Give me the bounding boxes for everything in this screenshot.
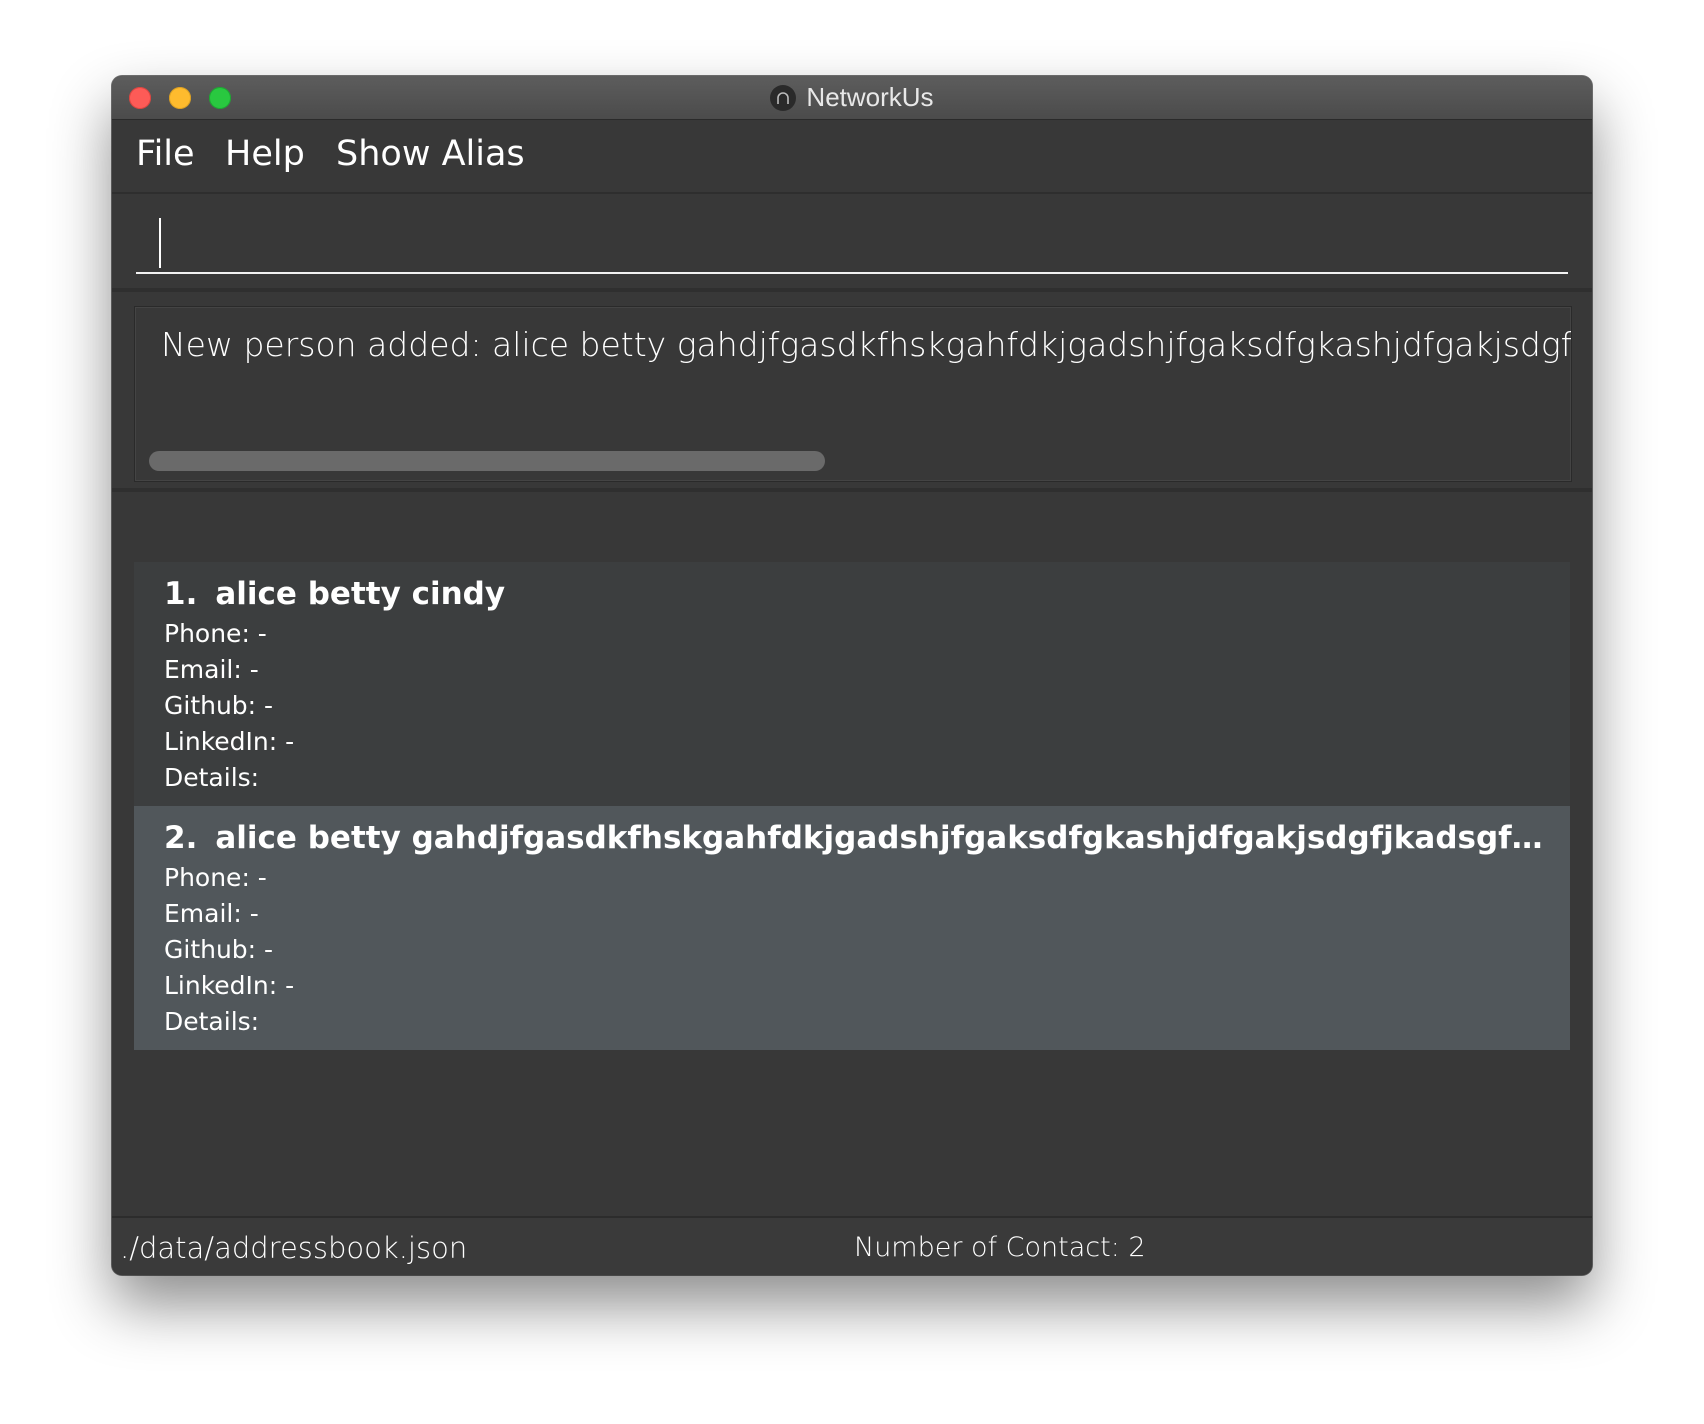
menu-file[interactable]: File (136, 134, 195, 174)
horizontal-scrollbar[interactable] (149, 451, 825, 471)
person-github: Github: - (164, 935, 274, 964)
person-name-row: 1. alice betty cindy (164, 572, 1554, 616)
person-index: 2. (164, 820, 198, 856)
command-input[interactable] (136, 204, 1568, 274)
person-phone: Phone: - (164, 619, 267, 648)
person-linkedin: LinkedIn: - (164, 727, 295, 756)
person-phone: Phone: - (164, 863, 267, 892)
person-card-selected[interactable]: 2. alice betty gahdjfgasdkfhskgahfdkjgads… (134, 806, 1570, 1050)
window-title: NetworkUs (806, 82, 934, 112)
result-message: New person added: alice betty gahdjfgasd… (161, 325, 1572, 364)
divider (112, 488, 1592, 492)
networkus-app-icon (770, 84, 797, 111)
person-name: alice betty cindy (215, 576, 506, 612)
result-display-container: New person added: alice betty gahdjfgasd… (112, 298, 1592, 568)
text-caret (159, 218, 161, 268)
person-linkedin: LinkedIn: - (164, 971, 295, 1000)
person-list[interactable]: 1. alice betty cindy Phone: - Email: - Gi… (112, 562, 1592, 1275)
title-container: NetworkUs (112, 76, 1592, 119)
result-display[interactable]: New person added: alice betty gahdjfgasd… (134, 306, 1572, 482)
status-bar: ./data/addressbook.json Number of Contac… (112, 1216, 1592, 1275)
person-github: Github: - (164, 691, 274, 720)
person-email: Email: - (164, 899, 259, 928)
menu-help[interactable]: Help (225, 134, 305, 174)
person-index: 1. (164, 576, 198, 612)
divider (112, 288, 1592, 292)
app-window: NetworkUs File Help Show Alias New perso… (112, 76, 1592, 1275)
menu-bar: File Help Show Alias (112, 120, 1592, 194)
person-name-row: 2. alice betty gahdjfgasdkfhskgahfdkjgads… (164, 816, 1554, 860)
contact-count: Number of Contact: 2 (854, 1232, 1146, 1263)
person-card[interactable]: 1. alice betty cindy Phone: - Email: - Gi… (134, 562, 1570, 806)
person-email: Email: - (164, 655, 259, 684)
person-name: alice betty gahdjfgasdkfhskgahfdkjgadshj… (215, 820, 1554, 856)
menu-show-alias[interactable]: Show Alias (336, 134, 525, 174)
command-box-container (112, 194, 1592, 286)
save-location: ./data/addressbook.json (120, 1231, 468, 1265)
title-bar[interactable]: NetworkUs (112, 76, 1592, 120)
person-details: Details: (164, 1007, 260, 1036)
person-details: Details: (164, 763, 260, 792)
